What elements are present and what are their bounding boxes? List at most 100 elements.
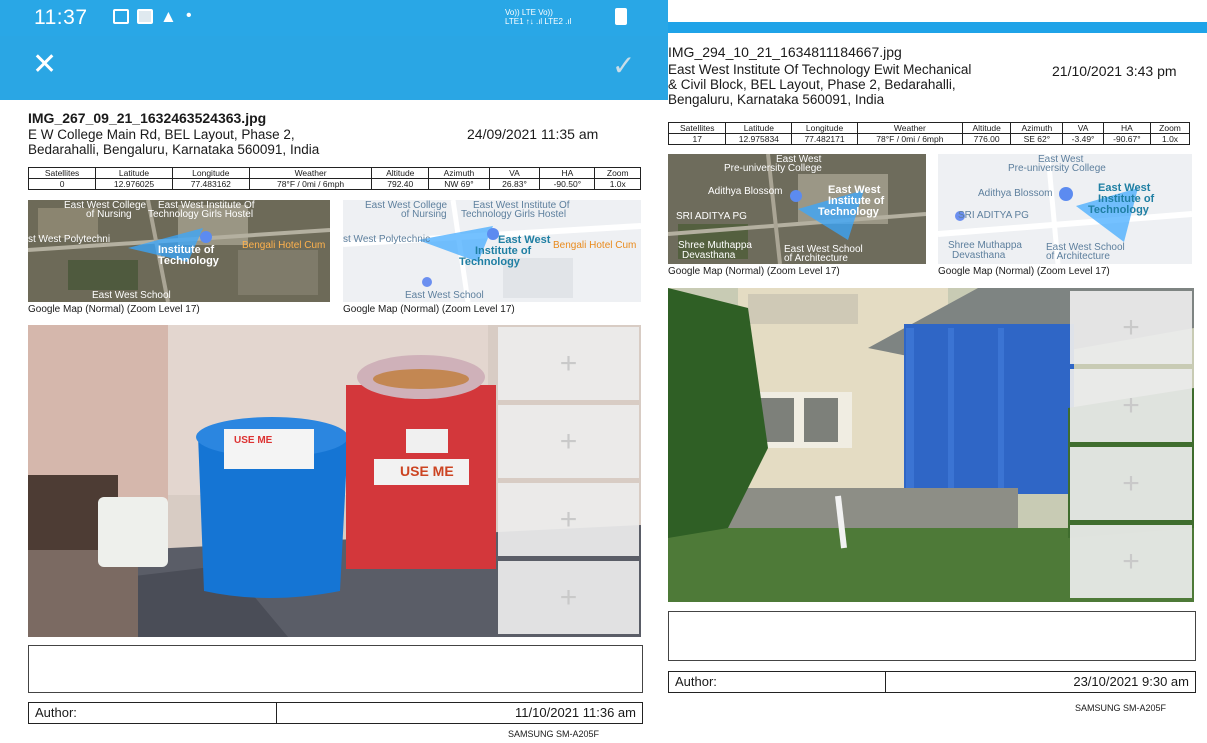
right-add-photo-tile-2[interactable]: + [1070, 369, 1192, 442]
right-telemetry-table: Satellites Latitude Longitude Weather Al… [667, 122, 1190, 145]
right-telemetry-value-row: 17 12.975834 77.482171 78°F / 0mi / 6mph… [667, 133, 1190, 145]
add-photo-tile-2[interactable]: + [498, 405, 639, 478]
telemetry-header-row: Satellites Latitude Longitude Weather Al… [27, 167, 641, 179]
right-sat-label-2: Pre-university College [724, 163, 822, 174]
header-azimuth: Azimuth [428, 167, 490, 179]
map-label-2: of Nursing [401, 209, 447, 220]
value-longitude: 77.483162 [171, 178, 250, 190]
map-label-5: st West Polytechnic [343, 234, 431, 245]
network-line-1: Vo)) LTE Vo)) [505, 8, 553, 17]
value-weather: 78°F / 0mi / 6mph [248, 178, 373, 190]
right-map-label-6: Technology [1088, 204, 1149, 216]
right-map-label-3: Adithya Blossom [978, 188, 1053, 199]
value-altitude: 792.40 [371, 178, 430, 190]
battery-icon [615, 8, 627, 25]
right-device-model: SAMSUNG SM-A205F [1075, 703, 1167, 713]
right-header-altitude: Altitude [961, 122, 1012, 134]
sat-label-9: East West School [92, 290, 171, 301]
right-file-name: IMG_294_10_21_1634811184667.jpg [668, 44, 902, 60]
right-address-line-3: Bengaluru, Karnataka 560091, India [668, 92, 885, 107]
right-value-va: -3.49° [1062, 133, 1104, 145]
sat-label-2: of Nursing [86, 209, 132, 220]
map-caption-satellite: Google Map (Normal) (Zoom Level 17) [28, 304, 200, 315]
header-latitude: Latitude [95, 167, 173, 179]
right-map-label-9: Devasthana [952, 250, 1006, 261]
right-sat-label-7: SRI ADITYA PG [676, 211, 747, 222]
right-top-bar [668, 22, 1207, 33]
right-add-photo-tile-4[interactable]: + [1070, 525, 1192, 598]
close-icon[interactable]: ✕ [32, 50, 57, 80]
notes-field[interactable] [28, 645, 643, 693]
value-satellites: 0 [27, 178, 97, 190]
right-value-zoom: 1.0x [1150, 133, 1190, 145]
value-azimuth: NW 69° [428, 178, 490, 190]
right-satellite-map: East West Pre-university College Adithya… [668, 154, 926, 264]
right-map-label-7: SRI ADITYA PG [958, 210, 1029, 221]
check-icon[interactable]: ✓ [612, 52, 635, 80]
address-line-1: E W College Main Rd, BEL Layout, Phase 2… [28, 127, 295, 142]
telemetry-value-row: 0 12.976025 77.483162 78°F / 0mi / 6mph … [27, 178, 641, 190]
device-model: SAMSUNG SM-A205F [508, 729, 600, 739]
right-map-label-2: Pre-university College [1008, 163, 1106, 174]
network-line-2: LTE1 ↑↓ .ıl LTE2 .ıl [505, 17, 572, 26]
network-indicator: Vo)) LTE Vo)) LTE1 ↑↓ .ıl LTE2 .ıl [505, 8, 571, 26]
alert-icon: ▲ [160, 7, 177, 26]
right-value-satellites: 17 [667, 133, 727, 145]
header-satellites: Satellites [27, 167, 97, 179]
right-header-zoom: Zoom [1150, 122, 1190, 134]
value-va: 26.83° [488, 178, 541, 190]
sat-label-8: Bengali Hotel Cum [242, 240, 326, 251]
right-map-caption-satellite: Google Map (Normal) (Zoom Level 17) [668, 266, 840, 277]
right-address-line-1: East West Institute Of Technology Ewit M… [668, 62, 972, 77]
right-notes-field[interactable] [668, 611, 1196, 661]
header-va: VA [488, 167, 541, 179]
right-value-azimuth: SE 62° [1010, 133, 1064, 145]
status-time: 11:37 [34, 6, 88, 29]
right-sat-label-9: Devasthana [682, 250, 736, 261]
right-map-label-11: of Architecture [1046, 251, 1110, 262]
value-latitude: 12.976025 [95, 178, 173, 190]
file-name: IMG_267_09_21_1632463524363.jpg [28, 110, 267, 126]
address-line-2: Bedarahalli, Bengaluru, Karnataka 560091… [28, 142, 320, 157]
right-capture-datetime: 21/10/2021 3:43 pm [1052, 63, 1177, 79]
right-sat-label-6: Technology [818, 206, 879, 218]
sat-label-5: st West Polytechni [28, 234, 111, 245]
satellite-map: East West College of Nursing East West I… [28, 200, 330, 302]
right-author-label: Author: [669, 672, 886, 692]
map-label-4: Technology Girls Hostel [461, 209, 567, 220]
header-ha: HA [539, 167, 596, 179]
right-header-longitude: Longitude [791, 122, 858, 134]
sat-label-7: Technology [158, 255, 219, 267]
right-author-datetime: 23/10/2021 9:30 am [1073, 674, 1189, 689]
add-photo-tile-4[interactable]: + [498, 561, 639, 634]
right-header-latitude: Latitude [725, 122, 793, 134]
header-zoom: Zoom [594, 167, 641, 179]
right-add-photo-tile-3[interactable]: + [1070, 447, 1192, 520]
right-value-longitude: 77.482171 [791, 133, 858, 145]
right-header-satellites: Satellites [667, 122, 727, 134]
author-label: Author: [29, 703, 277, 723]
capture-datetime: 24/09/2021 11:35 am [467, 126, 599, 142]
right-road-map: East West Pre-university College Adithya… [938, 154, 1192, 264]
right-value-weather: 78°F / 0mi / 6mph [856, 133, 963, 145]
right-value-ha: -90.67° [1102, 133, 1152, 145]
map-label-10: East West School [405, 290, 484, 301]
gallery-icon [137, 9, 153, 24]
header-longitude: Longitude [171, 167, 250, 179]
author-datetime: 11/10/2021 11:36 am [515, 705, 636, 720]
map-caption-road: Google Map (Normal) (Zoom Level 17) [343, 304, 515, 315]
right-header-ha: HA [1102, 122, 1152, 134]
right-author-row: Author: 23/10/2021 9:30 am [668, 671, 1196, 693]
author-row: Author: 11/10/2021 11:36 am [28, 702, 643, 724]
add-photo-tile-1[interactable]: + [498, 327, 639, 400]
status-bar: 11:37 ▲ • Vo)) LTE Vo)) LTE1 ↑↓ .ıl LTE2… [0, 0, 668, 36]
right-value-altitude: 776.00 [961, 133, 1012, 145]
dot-icon: • [186, 7, 192, 24]
sat-label-4: Technology Girls Hostel [148, 209, 254, 220]
value-zoom: 1.0x [594, 178, 641, 190]
map-label-8: Technology [459, 256, 520, 268]
header-weather: Weather [248, 167, 373, 179]
right-add-photo-tile-1[interactable]: + [1070, 291, 1192, 364]
add-photo-tile-3[interactable]: + [498, 483, 639, 556]
header-altitude: Altitude [371, 167, 430, 179]
